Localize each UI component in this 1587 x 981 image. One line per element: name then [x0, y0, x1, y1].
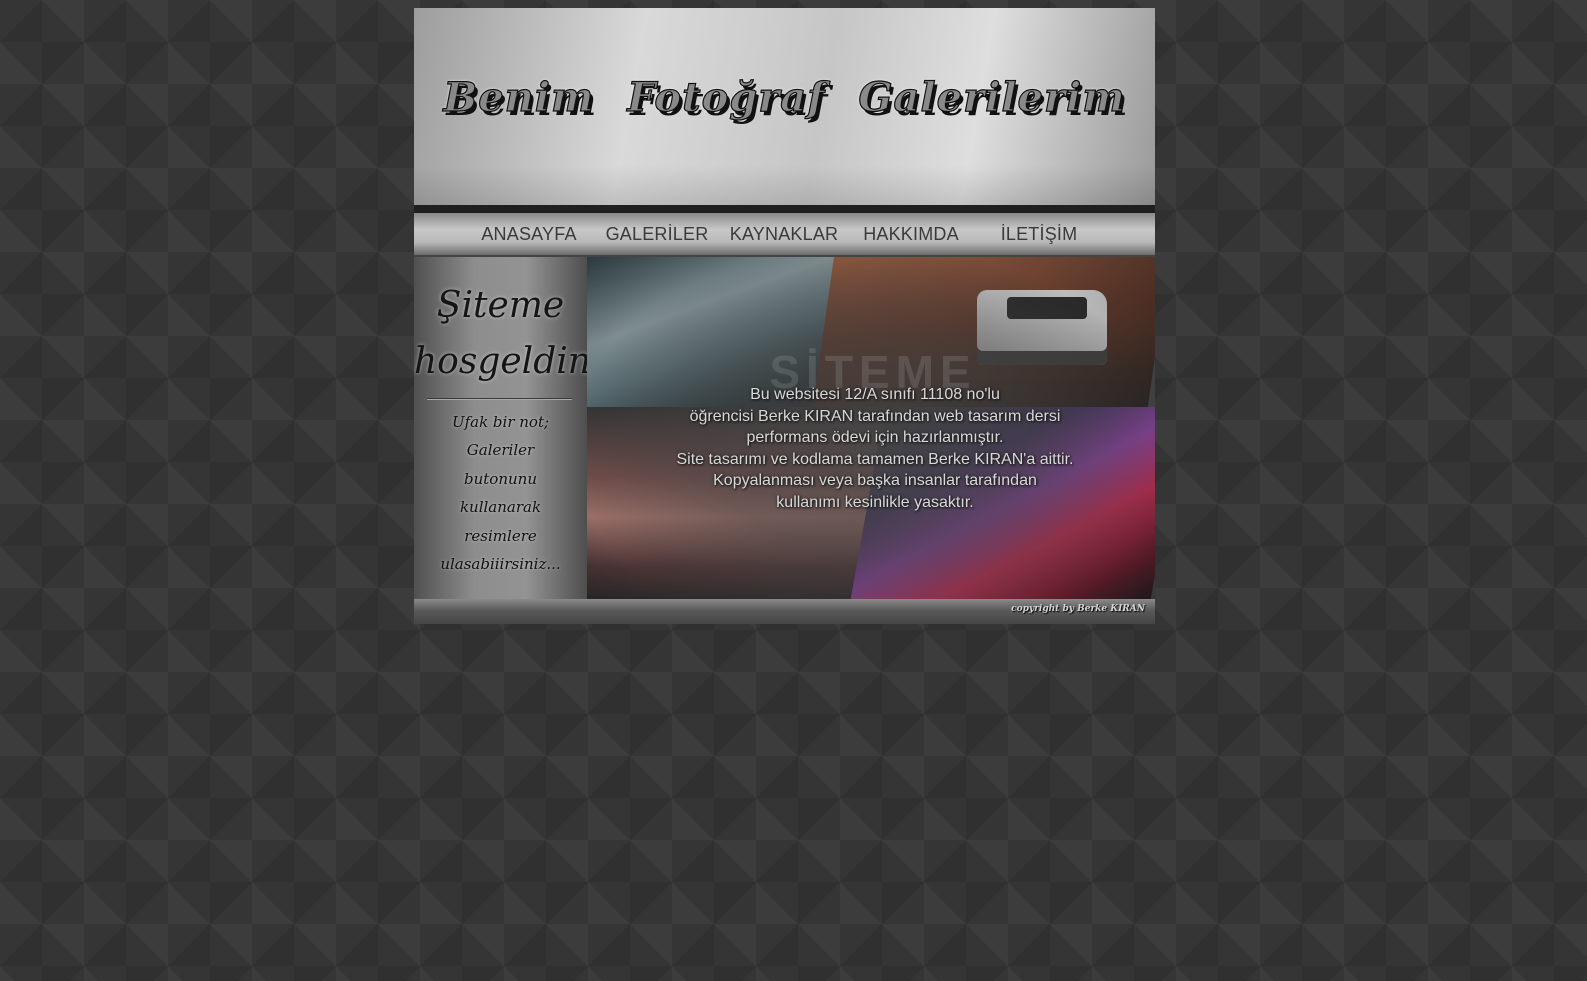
nav-item-hakkimda[interactable]: HAKKIMDA	[856, 213, 966, 255]
site-container: Benim Fotoğraf Galerilerim ANASAYFA GALE…	[414, 8, 1155, 624]
note-line: resimlere	[464, 527, 537, 545]
note-line: Ufak bir not;	[451, 413, 550, 431]
site-header: Benim Fotoğraf Galerilerim	[414, 8, 1155, 213]
info-line: Site tasarımı ve kodlama tamamen Berke K…	[676, 450, 1074, 468]
note-line: ulasabiiirsiniz...	[440, 555, 561, 573]
sidebar: Şiteme hosgeldiniz Ufak bir not; Galeril…	[414, 257, 622, 599]
nav-item-galeriler[interactable]: GALERİLER	[602, 213, 712, 255]
nav-item-anasayfa[interactable]: ANASAYFA	[474, 213, 584, 255]
info-line: Kopyalanması veya başka insanlar tarafın…	[713, 472, 1037, 489]
copyright-text: copyright by Berke KIRAN	[1011, 604, 1145, 614]
note-line: Galeriler	[466, 441, 535, 459]
main-nav: ANASAYFA GALERİLER KAYNAKLAR HAKKIMDA İL…	[414, 213, 1155, 257]
info-line: kullanımı kesinlikle yasaktır.	[776, 493, 974, 511]
main-banner: SİTEME Bu websitesi 12/A sınıfı 11108 no…	[587, 257, 1155, 599]
nav-item-kaynaklar[interactable]: KAYNAKLAR	[729, 213, 839, 255]
site-info-text: Bu websitesi 12/A sınıfı 11108 no'lu öğr…	[587, 384, 1155, 513]
info-line: performans ödevi için hazırlanmıştır.	[746, 429, 1004, 446]
info-line: Bu websitesi 12/A sınıfı 11108 no'lu	[750, 386, 1000, 403]
sidebar-divider	[427, 398, 572, 399]
note-line: butonunu	[464, 470, 537, 488]
site-title: Benim Fotoğraf Galerilerim	[443, 73, 1126, 121]
welcome-heading-line2: hosgeldiniz	[414, 341, 622, 382]
nav-item-iletisim[interactable]: İLETİŞİM	[984, 213, 1094, 255]
note-line: kullanarak	[459, 498, 542, 516]
info-line: öğrencisi Berke KIRAN tarafından web tas…	[689, 407, 1061, 425]
site-footer: copyright by Berke KIRAN	[414, 599, 1155, 624]
welcome-heading-line1: Şiteme	[436, 285, 565, 326]
